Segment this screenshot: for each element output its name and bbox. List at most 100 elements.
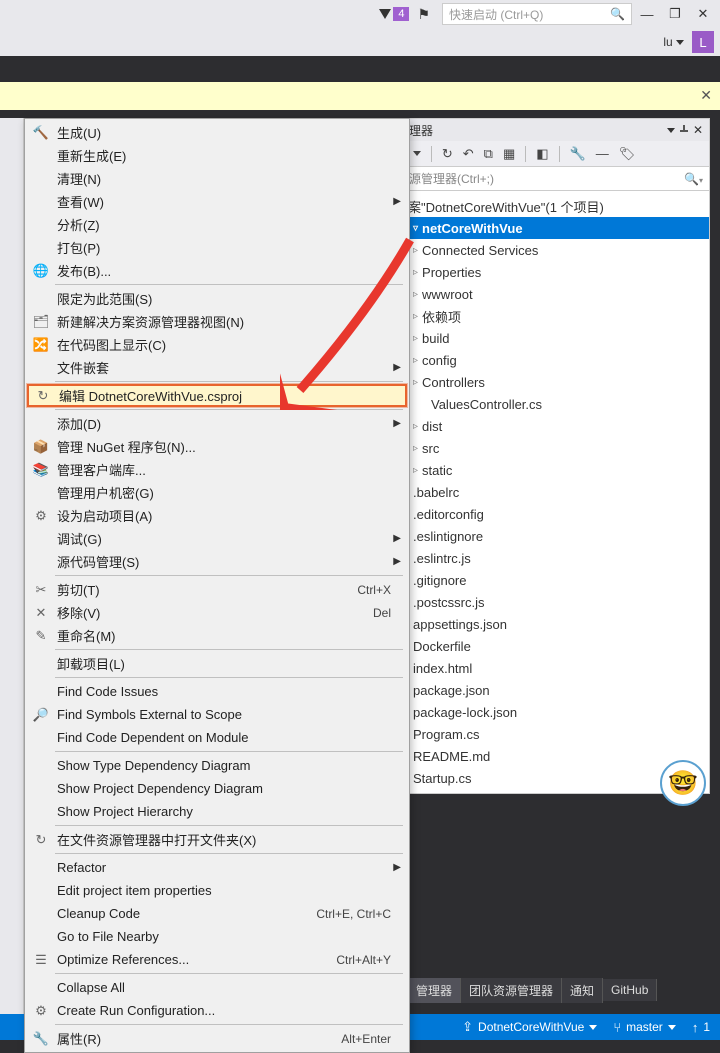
menu-item[interactable]: 添加(D)▶ <box>27 412 407 435</box>
hier-icon[interactable]: 🏷 <box>619 146 636 162</box>
tree-item[interactable]: Dockerfile <box>391 635 709 657</box>
menu-item[interactable]: 🗂新建解决方案资源管理器视图(N) <box>27 310 407 333</box>
panel-dropdown-icon[interactable] <box>667 128 675 133</box>
menu-item[interactable]: 🌐发布(B)... <box>27 259 407 282</box>
menu-item[interactable]: ☰Optimize References...Ctrl+Alt+Y <box>27 948 407 971</box>
menu-item[interactable]: Show Project Hierarchy <box>27 800 407 823</box>
tree-item[interactable]: package-lock.json <box>391 701 709 723</box>
bottom-tab[interactable]: 通知 <box>562 978 603 1003</box>
menu-item[interactable]: ✕移除(V)Del <box>27 601 407 624</box>
bottom-tab[interactable]: 管理器 <box>408 978 461 1003</box>
menu-item[interactable]: Find Code Issues <box>27 680 407 703</box>
tree-item[interactable]: ▹build <box>391 327 709 349</box>
menu-item[interactable]: ⚙设为启动项目(A) <box>27 504 407 527</box>
menu-item[interactable]: 调试(G)▶ <box>27 527 407 550</box>
menu-item[interactable]: Go to File Nearby <box>27 925 407 948</box>
menu-item[interactable]: ↻在文件资源管理器中打开文件夹(X) <box>27 828 407 851</box>
tree-item[interactable]: .gitignore <box>391 569 709 591</box>
menu-item[interactable]: 文件嵌套▶ <box>27 356 407 379</box>
home-dd[interactable] <box>413 151 421 156</box>
filter-notification[interactable]: 4 <box>379 7 409 21</box>
tree-item[interactable]: ▹static <box>391 459 709 481</box>
menu-item[interactable]: 查看(W)▶ <box>27 190 407 213</box>
menu-item[interactable]: 🔀在代码图上显示(C) <box>27 333 407 356</box>
menu-item[interactable]: ↻编辑 DotnetCoreWithVue.csproj <box>27 384 407 407</box>
status-branch[interactable]: ⑂ master <box>613 1020 676 1035</box>
tree-item[interactable]: appsettings.json <box>391 613 709 635</box>
tree-item[interactable]: ▹Controllers <box>391 371 709 393</box>
menu-item[interactable]: ✂剪切(T)Ctrl+X <box>27 578 407 601</box>
menu-item[interactable]: 清理(N) <box>27 167 407 190</box>
tree-item[interactable]: ValuesController.cs <box>391 393 709 415</box>
minimize-button[interactable]: ― <box>634 1 660 27</box>
panel-close-icon[interactable]: ✕ <box>693 123 703 137</box>
menu-label: 清理(N) <box>55 169 407 188</box>
menu-item[interactable]: 源代码管理(S)▶ <box>27 550 407 573</box>
menu-item[interactable]: Refactor▶ <box>27 856 407 879</box>
menu-item[interactable]: 📚管理客户端库... <box>27 458 407 481</box>
menu-label: 生成(U) <box>55 123 407 142</box>
status-project[interactable]: ⇪ DotnetCoreWithVue <box>462 1019 597 1035</box>
tree-item[interactable]: .eslintignore <box>391 525 709 547</box>
collapse-icon[interactable]: — <box>596 146 609 161</box>
pin-icon[interactable] <box>679 125 689 135</box>
sync-icon[interactable]: ↻ <box>442 146 453 162</box>
panel-search[interactable]: 资源管理器(Ctrl+;) 🔍▾ <box>391 167 709 191</box>
menu-separator <box>55 973 403 974</box>
menu-label: 源代码管理(S) <box>55 552 407 571</box>
tree-item[interactable]: ▹dist <box>391 415 709 437</box>
tree-item[interactable]: package.json <box>391 679 709 701</box>
tree-item[interactable]: .eslintrc.js <box>391 547 709 569</box>
menu-item[interactable]: ✎重命名(M) <box>27 624 407 647</box>
menu-label: Collapse All <box>55 980 407 995</box>
user-avatar[interactable]: L <box>692 31 714 53</box>
menu-item[interactable]: 管理用户机密(G) <box>27 481 407 504</box>
menu-item[interactable]: 📦管理 NuGet 程序包(N)... <box>27 435 407 458</box>
tree-item[interactable]: index.html <box>391 657 709 679</box>
tree-item[interactable]: ▹Properties <box>391 261 709 283</box>
tree-item[interactable]: README.md <box>391 745 709 767</box>
menu-item[interactable]: 重新生成(E) <box>27 144 407 167</box>
tree-item[interactable]: Program.cs <box>391 723 709 745</box>
showall-icon[interactable]: ▦ <box>503 146 515 162</box>
copy-icon[interactable]: ⧉ <box>484 146 493 162</box>
menu-item[interactable]: 🔧属性(R)Alt+Enter <box>27 1027 407 1050</box>
tree-item[interactable]: .babelrc <box>391 481 709 503</box>
tree-item[interactable]: ▹Connected Services <box>391 239 709 261</box>
project-node[interactable]: ▿netCoreWithVue <box>391 217 709 239</box>
flag-icon[interactable]: ⚑ <box>417 6 430 23</box>
close-button[interactable]: ✕ <box>690 1 716 27</box>
menu-item[interactable]: Collapse All <box>27 976 407 999</box>
tree-item[interactable]: .postcssrc.js <box>391 591 709 613</box>
assistant-avatar[interactable]: 🤓 <box>660 760 706 806</box>
menu-item[interactable]: ⚙Create Run Configuration... <box>27 999 407 1022</box>
menu-shortcut: Del <box>373 606 407 620</box>
bottom-tab[interactable]: 团队资源管理器 <box>461 978 562 1003</box>
back-icon[interactable]: ↶ <box>463 146 474 162</box>
menu-item[interactable]: Show Project Dependency Diagram <box>27 777 407 800</box>
menu-item[interactable]: Show Type Dependency Diagram <box>27 754 407 777</box>
tree-item[interactable]: ▹src <box>391 437 709 459</box>
notification-close-icon[interactable]: ✕ <box>700 87 712 104</box>
status-sync[interactable]: ↑ 1 <box>692 1020 710 1035</box>
menu-item[interactable]: 分析(Z) <box>27 213 407 236</box>
tree-item[interactable]: ▹config <box>391 349 709 371</box>
wrench-icon[interactable]: 🔧 <box>570 146 586 162</box>
solution-node[interactable]: ▿案"DotnetCoreWithVue"(1 个项目) <box>391 195 709 217</box>
menu-item[interactable]: Find Code Dependent on Module <box>27 726 407 749</box>
bottom-tab[interactable]: GitHub <box>603 979 657 1001</box>
tree-item[interactable]: ▹wwwroot <box>391 283 709 305</box>
submenu-arrow-icon: ▶ <box>393 196 401 207</box>
menu-item[interactable]: 🔨生成(U) <box>27 121 407 144</box>
menu-item[interactable]: 限定为此范围(S) <box>27 287 407 310</box>
tree-item[interactable]: .editorconfig <box>391 503 709 525</box>
menu-item[interactable]: Edit project item properties <box>27 879 407 902</box>
track-icon[interactable]: ◧ <box>536 146 548 162</box>
restore-button[interactable]: ❐ <box>662 1 688 27</box>
tree-item[interactable]: ▹依赖项 <box>391 305 709 327</box>
menu-item[interactable]: 打包(P) <box>27 236 407 259</box>
menu-item[interactable]: 卸载项目(L) <box>27 652 407 675</box>
quick-launch-input[interactable]: 快速启动 (Ctrl+Q) 🔍 <box>442 3 632 25</box>
menu-item[interactable]: Cleanup CodeCtrl+E, Ctrl+C <box>27 902 407 925</box>
menu-item[interactable]: 🔎Find Symbols External to Scope <box>27 703 407 726</box>
